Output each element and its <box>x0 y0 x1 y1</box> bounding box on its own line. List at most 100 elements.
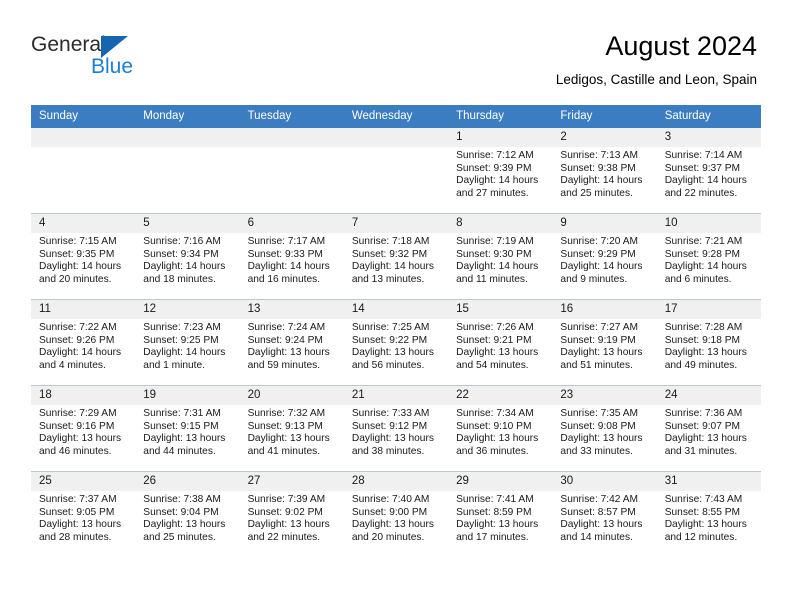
sunrise-text: Sunrise: 7:34 AM <box>456 408 534 419</box>
day-cell-inner: 22 Sunrise: 7:34 AM Sunset: 9:10 PM Dayligh… <box>448 386 553 471</box>
day-details: Sunrise: 7:23 AM Sunset: 9:25 PM Daylight:… <box>135 319 239 372</box>
sunrise-text: Sunrise: 7:24 AM <box>247 322 326 333</box>
day-cell-inner: 14 Sunrise: 7:25 AM Sunset: 9:22 PM Dayligh… <box>343 300 449 385</box>
daylight-text-line1: Daylight: 13 hours <box>456 347 539 359</box>
calendar-day-cell[interactable]: 18 Sunrise: 7:29 AM Sunset: 9:16 PM Dayligh… <box>31 385 136 472</box>
calendar-day-cell[interactable]: 13 Sunrise: 7:24 AM Sunset: 9:24 PM Dayligh… <box>239 299 344 386</box>
daylight-text-line2: and 13 minutes. <box>351 273 425 285</box>
sunrise-text: Sunrise: 7:25 AM <box>351 322 430 333</box>
sunrise-text: Sunrise: 7:37 AM <box>39 494 117 505</box>
day-cell-inner: 3 Sunrise: 7:14 AM Sunset: 9:37 PM Daylight… <box>656 128 761 213</box>
daylight-text-line1: Daylight: 13 hours <box>560 347 643 359</box>
calendar-day-cell[interactable]: 1 Sunrise: 7:12 AM Sunset: 9:39 PM Daylight… <box>448 128 553 214</box>
daylight-text-line1: Daylight: 13 hours <box>143 433 226 445</box>
day-details: Sunrise: 7:28 AM Sunset: 9:18 PM Daylight:… <box>657 319 761 372</box>
day-cell-inner: 11 Sunrise: 7:22 AM Sunset: 9:26 PM Dayligh… <box>31 300 136 385</box>
weekday-header-thursday: Thursday <box>448 105 553 128</box>
weekday-header-saturday: Saturday <box>656 105 761 128</box>
day-details: Sunrise: 7:43 AM Sunset: 8:55 PM Daylight:… <box>657 491 761 544</box>
calendar-day-cell[interactable]: 23 Sunrise: 7:35 AM Sunset: 9:08 PM Dayligh… <box>552 385 657 472</box>
day-details: Sunrise: 7:34 AM Sunset: 9:10 PM Daylight:… <box>448 405 552 458</box>
sunset-text: Sunset: 9:28 PM <box>664 248 741 260</box>
sunrise-text: Sunrise: 7:28 AM <box>664 322 743 333</box>
daylight-text-line1: Daylight: 13 hours <box>664 519 747 531</box>
calendar-day-cell[interactable]: 17 Sunrise: 7:28 AM Sunset: 9:18 PM Dayligh… <box>656 299 761 386</box>
calendar-day-cell[interactable]: 25 Sunrise: 7:37 AM Sunset: 9:05 PM Dayligh… <box>31 471 136 557</box>
calendar-day-cell-empty <box>135 128 240 214</box>
calendar-day-cell[interactable]: 28 Sunrise: 7:40 AM Sunset: 9:00 PM Dayligh… <box>343 471 449 557</box>
general-blue-logo[interactable]: General Blue <box>31 33 231 85</box>
daylight-text-line2: and 14 minutes. <box>560 531 633 543</box>
calendar-day-cell[interactable]: 21 Sunrise: 7:33 AM Sunset: 9:12 PM Dayligh… <box>343 385 449 472</box>
calendar-day-cell[interactable]: 2 Sunrise: 7:13 AM Sunset: 9:38 PM Daylight… <box>552 128 657 214</box>
calendar-day-cell[interactable]: 26 Sunrise: 7:38 AM Sunset: 9:04 PM Dayligh… <box>135 471 240 557</box>
daylight-text-line1: Daylight: 13 hours <box>560 433 643 445</box>
daylight-text-line1: Daylight: 13 hours <box>247 519 330 531</box>
day-number: 5 <box>135 214 240 233</box>
day-details: Sunrise: 7:32 AM Sunset: 9:13 PM Daylight:… <box>240 405 344 458</box>
calendar-day-cell[interactable]: 5 Sunrise: 7:16 AM Sunset: 9:34 PM Daylight… <box>135 213 240 300</box>
sunrise-text: Sunrise: 7:22 AM <box>39 322 117 333</box>
day-details: Sunrise: 7:16 AM Sunset: 9:34 PM Daylight:… <box>135 233 239 286</box>
sunrise-text: Sunrise: 7:14 AM <box>664 150 743 161</box>
calendar-day-cell[interactable]: 3 Sunrise: 7:14 AM Sunset: 9:37 PM Daylight… <box>656 128 761 214</box>
day-cell-inner: 27 Sunrise: 7:39 AM Sunset: 9:02 PM Dayligh… <box>239 472 344 557</box>
day-number: 30 <box>552 472 657 491</box>
day-number: 27 <box>239 472 344 491</box>
day-number: 10 <box>656 214 761 233</box>
day-cell-inner: 15 Sunrise: 7:26 AM Sunset: 9:21 PM Dayligh… <box>448 300 553 385</box>
calendar-day-cell[interactable]: 31 Sunrise: 7:43 AM Sunset: 8:55 PM Dayligh… <box>656 471 761 557</box>
calendar-day-cell[interactable]: 8 Sunrise: 7:19 AM Sunset: 9:30 PM Daylight… <box>448 213 553 300</box>
sunset-text: Sunset: 9:30 PM <box>456 248 532 260</box>
calendar-day-cell[interactable]: 20 Sunrise: 7:32 AM Sunset: 9:13 PM Dayligh… <box>239 385 344 472</box>
day-number <box>31 128 136 147</box>
sunrise-text: Sunrise: 7:29 AM <box>39 408 117 419</box>
calendar-day-cell[interactable]: 6 Sunrise: 7:17 AM Sunset: 9:33 PM Daylight… <box>239 213 344 300</box>
day-number: 8 <box>448 214 553 233</box>
daylight-text-line2: and 36 minutes. <box>456 445 529 457</box>
day-number: 26 <box>135 472 240 491</box>
calendar-day-cell[interactable]: 4 Sunrise: 7:15 AM Sunset: 9:35 PM Daylight… <box>31 213 136 300</box>
calendar-day-cell[interactable]: 9 Sunrise: 7:20 AM Sunset: 9:29 PM Daylight… <box>552 213 657 300</box>
daylight-text-line2: and 33 minutes. <box>560 445 633 457</box>
calendar-day-cell[interactable]: 24 Sunrise: 7:36 AM Sunset: 9:07 PM Dayligh… <box>656 385 761 472</box>
calendar-day-cell[interactable]: 7 Sunrise: 7:18 AM Sunset: 9:32 PM Daylight… <box>343 213 449 300</box>
daylight-text-line2: and 25 minutes. <box>143 531 216 543</box>
day-number: 14 <box>343 300 449 319</box>
calendar-day-cell[interactable]: 19 Sunrise: 7:31 AM Sunset: 9:15 PM Dayligh… <box>135 385 240 472</box>
day-number: 29 <box>448 472 553 491</box>
day-details: Sunrise: 7:17 AM Sunset: 9:33 PM Daylight:… <box>240 233 344 286</box>
calendar-header-row: Sunday Monday Tuesday Wednesday Thursday… <box>31 105 761 128</box>
calendar-day-cell[interactable]: 29 Sunrise: 7:41 AM Sunset: 8:59 PM Dayligh… <box>448 471 553 557</box>
sunrise-text: Sunrise: 7:33 AM <box>351 408 430 419</box>
calendar-day-cell[interactable]: 30 Sunrise: 7:42 AM Sunset: 8:57 PM Dayligh… <box>552 471 657 557</box>
calendar-day-cell[interactable]: 12 Sunrise: 7:23 AM Sunset: 9:25 PM Dayligh… <box>135 299 240 386</box>
daylight-text-line2: and 22 minutes. <box>247 531 321 543</box>
daylight-text-line1: Daylight: 13 hours <box>39 433 122 445</box>
calendar-day-cell[interactable]: 15 Sunrise: 7:26 AM Sunset: 9:21 PM Dayligh… <box>448 299 553 386</box>
calendar-day-cell[interactable]: 11 Sunrise: 7:22 AM Sunset: 9:26 PM Dayligh… <box>31 299 136 386</box>
calendar-page: General Blue August 2024 Ledigos, Castil… <box>0 0 792 612</box>
sunrise-text: Sunrise: 7:23 AM <box>143 322 221 333</box>
day-cell-inner <box>239 128 344 213</box>
day-cell-inner: 24 Sunrise: 7:36 AM Sunset: 9:07 PM Dayligh… <box>656 386 761 471</box>
calendar-day-cell[interactable]: 14 Sunrise: 7:25 AM Sunset: 9:22 PM Dayligh… <box>343 299 449 386</box>
calendar-day-cell-empty <box>239 128 344 214</box>
day-cell-inner <box>343 128 449 213</box>
calendar-day-cell[interactable]: 16 Sunrise: 7:27 AM Sunset: 9:19 PM Dayligh… <box>552 299 657 386</box>
day-number: 21 <box>343 386 449 405</box>
sunrise-text: Sunrise: 7:35 AM <box>560 408 638 419</box>
day-number: 1 <box>448 128 553 147</box>
sunset-text: Sunset: 9:39 PM <box>456 162 532 174</box>
calendar-day-cell[interactable]: 10 Sunrise: 7:21 AM Sunset: 9:28 PM Dayligh… <box>656 213 761 300</box>
calendar-day-cell[interactable]: 27 Sunrise: 7:39 AM Sunset: 9:02 PM Dayligh… <box>239 471 344 557</box>
calendar-week-row: 4 Sunrise: 7:15 AM Sunset: 9:35 PM Daylight… <box>31 213 761 300</box>
calendar-day-cell[interactable]: 22 Sunrise: 7:34 AM Sunset: 9:10 PM Dayligh… <box>448 385 553 472</box>
day-details: Sunrise: 7:37 AM Sunset: 9:05 PM Daylight:… <box>31 491 135 544</box>
daylight-text-line2: and 41 minutes. <box>247 445 321 457</box>
day-cell-inner: 5 Sunrise: 7:16 AM Sunset: 9:34 PM Daylight… <box>135 214 240 299</box>
day-details: Sunrise: 7:21 AM Sunset: 9:28 PM Daylight:… <box>657 233 761 286</box>
day-number: 23 <box>552 386 657 405</box>
day-details: Sunrise: 7:14 AM Sunset: 9:37 PM Daylight:… <box>657 147 761 200</box>
day-details: Sunrise: 7:22 AM Sunset: 9:26 PM Daylight:… <box>31 319 135 372</box>
